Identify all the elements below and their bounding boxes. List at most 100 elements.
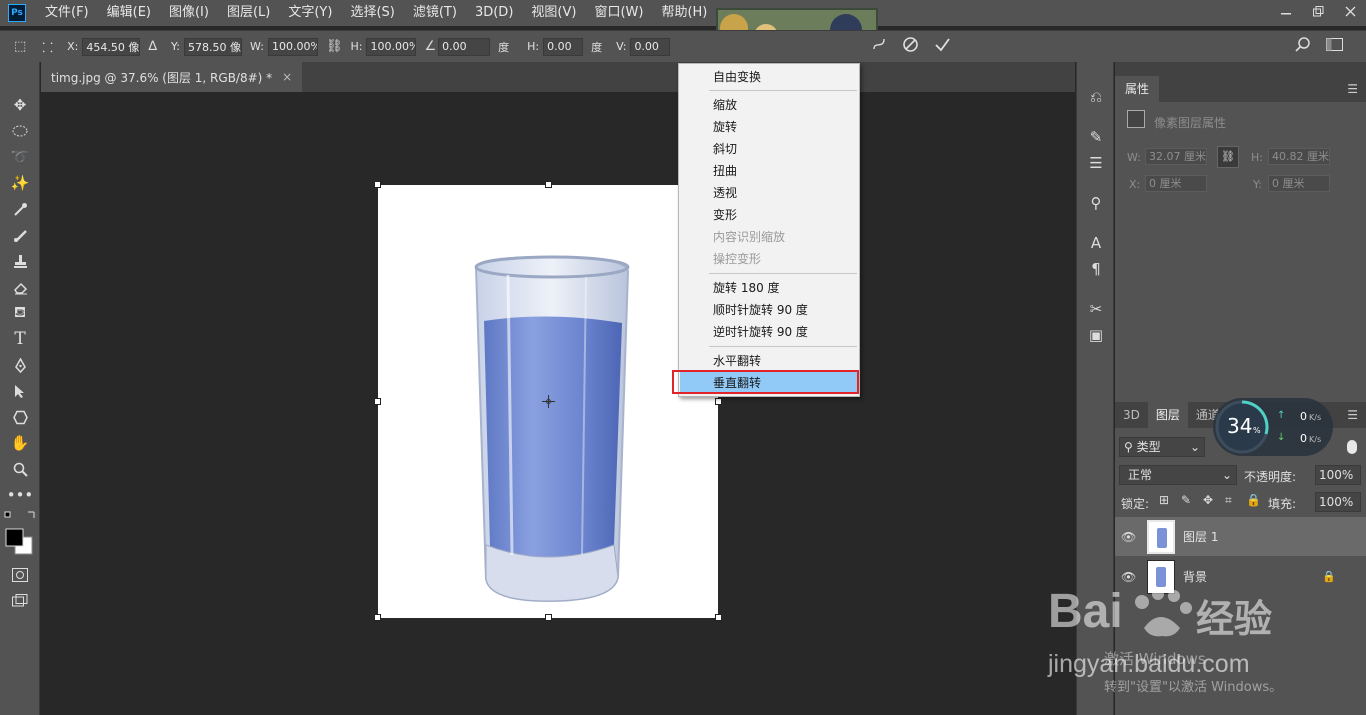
fill-input[interactable]: 100% ⌄ xyxy=(1315,492,1361,527)
menu-file[interactable]: 文件(F) xyxy=(36,0,98,26)
tab-3d[interactable]: 3D xyxy=(1115,402,1148,428)
menu-item-rotate-180[interactable]: 旋转 180 度 xyxy=(680,277,858,299)
close-window-button[interactable] xyxy=(1334,0,1366,22)
menu-item-skew[interactable]: 斜切 xyxy=(680,138,858,160)
y-input[interactable]: 578.50 像素 xyxy=(184,37,242,56)
eye-icon[interactable]: 👁 xyxy=(1121,530,1141,544)
character-panel-button[interactable]: A xyxy=(1077,230,1115,256)
eye-icon[interactable]: 👁 xyxy=(1121,570,1141,584)
paragraph-panel-button[interactable]: ¶ xyxy=(1077,256,1115,282)
lasso-tool[interactable]: ➰ xyxy=(0,144,40,170)
menu-item-rotate-90-cw[interactable]: 顺时针旋转 90 度 xyxy=(680,299,858,321)
lock-all-icon[interactable]: 🔒 xyxy=(1246,493,1261,507)
menu-type[interactable]: 文字(Y) xyxy=(279,0,341,26)
transform-handle-bottom-right[interactable] xyxy=(715,614,722,621)
brush-tool[interactable] xyxy=(0,222,40,248)
h-input[interactable]: 100.00% xyxy=(366,37,417,56)
menu-item-rotate-90-ccw[interactable]: 逆时针旋转 90 度 xyxy=(680,321,858,343)
transform-handle-top[interactable] xyxy=(545,181,552,188)
properties-tab[interactable]: 属性 xyxy=(1115,76,1160,102)
pen-tool[interactable] xyxy=(0,352,40,378)
hand-tool[interactable]: ✋ xyxy=(0,430,40,456)
transform-handle-right[interactable] xyxy=(715,398,722,405)
reference-point-icon[interactable] xyxy=(542,395,555,408)
blend-mode-select[interactable]: 正常 ⌄ xyxy=(1119,465,1237,485)
edit-toolbar-button[interactable]: ••• xyxy=(0,482,40,508)
prop-y-field[interactable]: 0 厘米 xyxy=(1268,175,1330,192)
type-tool[interactable]: T xyxy=(0,326,40,352)
angle-input[interactable]: 0.00 xyxy=(438,37,491,56)
default-colors-button[interactable] xyxy=(4,510,36,563)
menu-help[interactable]: 帮助(H) xyxy=(652,0,716,26)
layer-row-background[interactable]: 👁 背景 🔒 xyxy=(1115,557,1366,596)
menu-item-rotate[interactable]: 旋转 xyxy=(680,116,858,138)
quick-mask-button[interactable] xyxy=(0,562,40,588)
search-button[interactable] xyxy=(1295,37,1311,56)
stamp-tool[interactable] xyxy=(0,248,40,274)
restore-button[interactable] xyxy=(1302,0,1334,22)
workspace-button[interactable] xyxy=(1326,38,1344,55)
transform-tool-icon[interactable]: ⬚ xyxy=(14,39,26,54)
cancel-transform-button[interactable] xyxy=(902,36,919,56)
layer-filter-select[interactable]: ⚲ 类型 ⌄ xyxy=(1119,437,1205,457)
lock-artboard-icon[interactable]: ⌗ xyxy=(1225,493,1232,508)
menu-3d[interactable]: 3D(D) xyxy=(466,0,522,26)
hskew-input[interactable]: 0.00 xyxy=(543,37,584,56)
close-tab-icon[interactable]: × xyxy=(282,70,292,84)
lock-brush-icon[interactable]: ✎ xyxy=(1181,493,1191,507)
paint-bucket-tool[interactable]: ⛾ xyxy=(0,300,40,326)
navigator-button[interactable]: ▣ xyxy=(1077,322,1115,348)
menu-item-warp[interactable]: 变形 xyxy=(680,204,858,226)
panel-menu-icon[interactable]: ☰ xyxy=(1347,408,1358,422)
path-selection-tool[interactable] xyxy=(0,378,40,404)
layer-row-selected[interactable]: 👁 图层 1 xyxy=(1115,517,1366,556)
link-icon[interactable]: ⛓ xyxy=(326,39,343,54)
menu-item-perspective[interactable]: 透视 xyxy=(680,182,858,204)
lock-transparent-icon[interactable]: ⊞ xyxy=(1159,493,1169,507)
eraser-tool[interactable] xyxy=(0,274,40,300)
panel-menu-icon[interactable]: ☰ xyxy=(1347,82,1358,96)
transform-handle-left[interactable] xyxy=(374,398,381,405)
w-input[interactable]: 100.00% xyxy=(267,37,318,56)
transform-handle-bottom-left[interactable] xyxy=(374,614,381,621)
document-tab[interactable]: timg.jpg @ 37.6% (图层 1, RGB/8#) * × xyxy=(41,62,303,92)
vskew-input[interactable]: 0.00 xyxy=(630,37,671,56)
prop-x-field[interactable]: 0 厘米 xyxy=(1145,175,1207,192)
canvas[interactable] xyxy=(41,92,1055,710)
menu-item-free-transform[interactable]: 自由变换 xyxy=(680,66,858,88)
marquee-tool[interactable] xyxy=(0,118,40,144)
zoom-tool[interactable] xyxy=(0,456,40,482)
magic-wand-tool[interactable]: ✨ xyxy=(0,170,40,196)
delta-icon[interactable]: ∆ xyxy=(148,39,157,54)
adjustments-button[interactable]: ☰ xyxy=(1077,150,1115,176)
warp-mode-button[interactable] xyxy=(872,37,886,54)
menu-view[interactable]: 视图(V) xyxy=(522,0,585,26)
shape-tool[interactable] xyxy=(0,404,40,430)
tab-layers[interactable]: 图层 xyxy=(1147,402,1188,428)
filter-toggle[interactable] xyxy=(1347,440,1357,454)
lock-position-icon[interactable]: ✥ xyxy=(1203,493,1213,507)
minimize-button[interactable] xyxy=(1270,0,1302,22)
link-dimensions-button[interactable]: ⛓ xyxy=(1217,146,1239,168)
menu-item-flip-horizontal[interactable]: 水平翻转 xyxy=(680,350,858,372)
x-input[interactable]: 454.50 像素 xyxy=(82,37,141,56)
history-panel-button[interactable]: ⎌ xyxy=(1077,84,1115,110)
menu-select[interactable]: 选择(S) xyxy=(341,0,403,26)
reference-point-icon[interactable]: ⸬ xyxy=(42,38,53,56)
screen-mode-button[interactable] xyxy=(0,588,40,614)
menu-filter[interactable]: 滤镜(T) xyxy=(404,0,466,26)
network-speed-widget[interactable]: 34 % ↑ 0 K/s ↓ 0 K/s xyxy=(1213,398,1333,456)
menu-edit[interactable]: 编辑(E) xyxy=(98,0,160,26)
prop-h-field[interactable]: 40.82 厘米 xyxy=(1268,148,1330,165)
transform-handle-top-left[interactable] xyxy=(374,181,381,188)
eyedropper-tool[interactable] xyxy=(0,196,40,222)
move-tool[interactable]: ✥ xyxy=(0,92,40,118)
clone-source-button[interactable]: ⚲ xyxy=(1077,190,1115,216)
menu-window[interactable]: 窗口(W) xyxy=(585,0,652,26)
menu-item-scale[interactable]: 缩放 xyxy=(680,94,858,116)
opacity-input[interactable]: 100% ⌄ xyxy=(1315,465,1361,500)
transform-handle-bottom[interactable] xyxy=(545,614,552,621)
tool-presets-button[interactable]: ✂ xyxy=(1077,296,1115,322)
brush-settings-button[interactable]: ✎ xyxy=(1077,124,1115,150)
menu-item-distort[interactable]: 扭曲 xyxy=(680,160,858,182)
